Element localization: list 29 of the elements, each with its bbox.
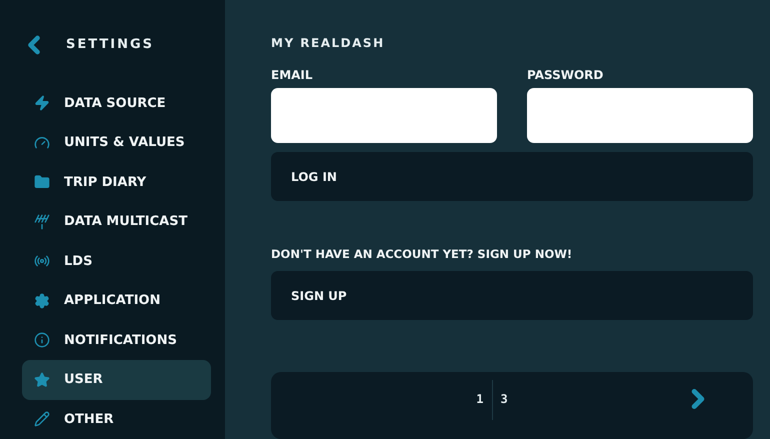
gear-icon <box>34 292 50 309</box>
password-field[interactable] <box>527 88 753 143</box>
sidebar-item[interactable]: DATA SOURCE <box>22 84 211 124</box>
password-label: PASSWORD <box>527 68 604 82</box>
broadcast-icon <box>34 253 50 270</box>
sidebar-item[interactable]: USER <box>22 360 211 400</box>
sidebar-item[interactable]: TRIP DIARY <box>22 162 211 202</box>
section-title: MY REALDASH <box>271 36 386 50</box>
folder-icon <box>34 174 50 190</box>
lightning-icon <box>34 95 50 112</box>
pen-icon <box>34 411 50 428</box>
page-number: 1 <box>476 392 484 406</box>
antenna-icon <box>34 214 50 230</box>
email-field[interactable] <box>271 88 497 143</box>
signup-button[interactable]: SIGN UP <box>271 271 753 320</box>
info-icon <box>34 332 50 348</box>
sidebar-item[interactable]: LDS <box>22 242 211 282</box>
email-label: EMAIL <box>271 68 314 82</box>
sidebar-item[interactable]: DATA MULTICAST <box>22 202 211 242</box>
sidebar-item[interactable]: NOTIFICATIONS <box>22 320 211 360</box>
login-button[interactable]: LOG IN <box>271 152 753 201</box>
sidebar-item[interactable]: UNITS & VALUES <box>22 123 211 163</box>
sidebar-item[interactable]: OTHER <box>22 400 211 439</box>
signup-prompt: DON'T HAVE AN ACCOUNT YET? SIGN UP NOW! <box>271 247 574 261</box>
sidebar-item[interactable]: APPLICATION <box>22 281 211 321</box>
gauge-icon <box>34 134 50 151</box>
star-icon <box>34 372 50 388</box>
sidebar-title: SETTINGS <box>66 37 154 52</box>
page-total: 3 <box>500 392 508 408</box>
